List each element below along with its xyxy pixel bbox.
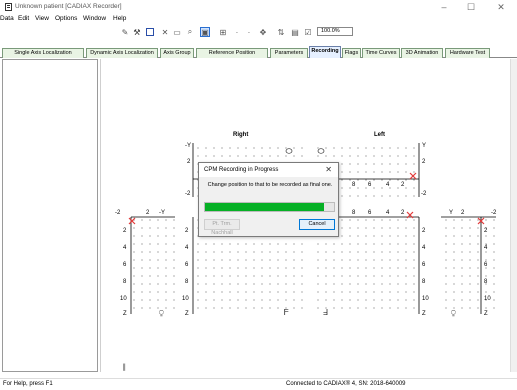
- table-icon[interactable]: ▤: [290, 27, 300, 37]
- cancel-button[interactable]: Cancel: [299, 219, 335, 230]
- tab-hardware-test[interactable]: Hardware Test: [445, 48, 490, 58]
- cpm-dialog: CPM Recording in Progress ✕ Change posit…: [198, 162, 339, 237]
- zoom-icon[interactable]: ⌕: [185, 27, 195, 37]
- label-left: Left: [374, 132, 385, 138]
- menu-window[interactable]: Window: [83, 15, 106, 22]
- menu-edit[interactable]: Edit: [18, 15, 29, 22]
- y-label-bfr: Y: [449, 210, 453, 216]
- tab-recording[interactable]: Recording: [309, 46, 341, 58]
- z-tick-6-bcr: 6: [422, 262, 426, 268]
- tick-8-bcr: 8: [352, 210, 356, 216]
- tab-bar: Single Axis Localization Dynamic Axis Lo…: [0, 46, 517, 58]
- check-icon[interactable]: ☑: [303, 27, 313, 37]
- head-icon-bcr: ᖵ: [323, 308, 328, 317]
- tab-flags[interactable]: Flags: [342, 48, 361, 58]
- z-label-bfr: Z: [484, 311, 488, 317]
- dot2-icon[interactable]: ·: [244, 27, 254, 37]
- dialog-message: Change position to that to be recorded a…: [207, 182, 333, 188]
- tick-4-bcr: 4: [386, 210, 390, 216]
- z-tick-8-bfl: 8: [123, 279, 127, 285]
- label-right: Right: [233, 132, 248, 138]
- tick-bfr-neg2: -2: [491, 210, 497, 216]
- tick-2-top-left: 2: [187, 159, 191, 165]
- tick-6-bcr: 6: [368, 210, 372, 216]
- chart-icon[interactable]: ⇅: [276, 27, 286, 37]
- tab-reference-position[interactable]: Reference Position: [196, 48, 268, 58]
- scroll-marker: ▐: [121, 363, 126, 371]
- menu-data[interactable]: Data: [0, 15, 14, 22]
- z-tick-10-bfl: 10: [120, 296, 127, 302]
- tick-bfl-neg-y: -Y: [159, 210, 165, 216]
- z-tick-10-bfr: 10: [484, 296, 491, 302]
- progress-bar: [204, 202, 335, 212]
- tab-time-curves[interactable]: Time Curves: [362, 48, 400, 58]
- tab-dynamic-axis[interactable]: Dynamic Axis Localization: [86, 48, 158, 58]
- z-tick-6-bcl: 6: [185, 262, 189, 268]
- minimize-button[interactable]: –: [431, 0, 457, 14]
- status-bar: For Help, press F1 Connected to CADIAX® …: [0, 378, 517, 390]
- grid-icon[interactable]: ⊞: [218, 27, 228, 37]
- dialog-close-icon[interactable]: ✕: [325, 165, 332, 174]
- tick-neg2-top-right: -2: [421, 191, 427, 197]
- view-icon[interactable]: ▣: [200, 27, 210, 37]
- head-icon-bcl: ᖴ: [284, 308, 289, 317]
- menu-help[interactable]: Help: [113, 15, 126, 22]
- tab-single-axis[interactable]: Single Axis Localization: [2, 48, 84, 58]
- z-tick-10-bcl: 10: [182, 296, 189, 302]
- z-label-bfl: Z: [123, 311, 127, 317]
- tick-2-bcr: 2: [401, 210, 405, 216]
- move-icon[interactable]: ✥: [258, 27, 268, 37]
- tick-neg2-top-left: -2: [185, 191, 191, 197]
- tab-axis-group[interactable]: Axis Group: [160, 48, 194, 58]
- menu-options[interactable]: Options: [55, 15, 77, 22]
- z-tick-4-bcl: 4: [185, 245, 189, 251]
- tab-parameters[interactable]: Parameters: [270, 48, 308, 58]
- neg-y-label-top: -Y: [185, 143, 191, 149]
- disabled-action-button[interactable]: Pt. Trm. Nachhall: [204, 219, 240, 236]
- app-icon: [5, 3, 12, 11]
- toolbar: ✎ ⚒ ✕ ▭ ⌕ ▣ ⊞ · · ✥ ⇅ ▤ ☑ 100.0%: [0, 24, 517, 46]
- zoom-input[interactable]: 100.0%: [317, 27, 353, 36]
- close-x-icon[interactable]: ✕: [160, 27, 170, 37]
- z-label-bcl: Z: [185, 311, 189, 317]
- skull-icon-bfl: ⍜: [159, 308, 164, 317]
- z-tick-10-bcr: 10: [422, 296, 429, 302]
- tick-bfl-2: 2: [146, 210, 150, 216]
- menu-view[interactable]: View: [35, 15, 49, 22]
- select-icon[interactable]: [145, 27, 155, 37]
- progress-fill: [205, 203, 324, 211]
- z-tick-2-bfl: 2: [123, 228, 127, 234]
- tick-bfr-2: 2: [461, 210, 465, 216]
- status-connection: Connected to CADIAX® 4, SN: 2018-640009: [286, 381, 406, 387]
- z-label-bcr: Z: [422, 311, 426, 317]
- tab-3d-animation[interactable]: 3D Animation: [401, 48, 443, 58]
- z-tick-8-bcl: 8: [185, 279, 189, 285]
- title-bar: Unknown patient [CADIAX Recorder] – ☐ ✕: [0, 0, 517, 14]
- window-title: Unknown patient [CADIAX Recorder]: [15, 3, 122, 10]
- z-tick-2-bcl: 2: [185, 228, 189, 234]
- z-tick-4-bcr: 4: [422, 245, 426, 251]
- menu-bar: Data Edit View Options Window Help: [0, 14, 517, 24]
- tick-2-top-right: 2: [422, 159, 426, 165]
- close-button[interactable]: ✕: [488, 0, 514, 14]
- z-tick-6-bfl: 6: [123, 262, 127, 268]
- z-tick-8-bcr: 8: [422, 279, 426, 285]
- dot-icon[interactable]: ·: [232, 27, 242, 37]
- maximize-button[interactable]: ☐: [458, 0, 484, 14]
- left-panel[interactable]: [2, 59, 98, 372]
- tick-bfl-neg2: -2: [115, 210, 121, 216]
- pen-icon[interactable]: ✎: [120, 27, 130, 37]
- z-tick-2-bcr: 2: [422, 228, 426, 234]
- save-icon[interactable]: ▭: [172, 27, 182, 37]
- vertical-scrollbar[interactable]: [510, 59, 517, 372]
- grid-bottom-far-left: [131, 217, 175, 309]
- skull-icon-bfr: ⍜: [451, 308, 456, 317]
- dialog-titlebar: CPM Recording in Progress ✕: [199, 163, 338, 177]
- z-tick-4-bfl: 4: [123, 245, 127, 251]
- status-help-text: For Help, press F1: [3, 381, 53, 387]
- dialog-title: CPM Recording in Progress: [204, 167, 279, 173]
- wrench-icon[interactable]: ⚒: [132, 27, 142, 37]
- y-label-top: Y: [422, 143, 426, 149]
